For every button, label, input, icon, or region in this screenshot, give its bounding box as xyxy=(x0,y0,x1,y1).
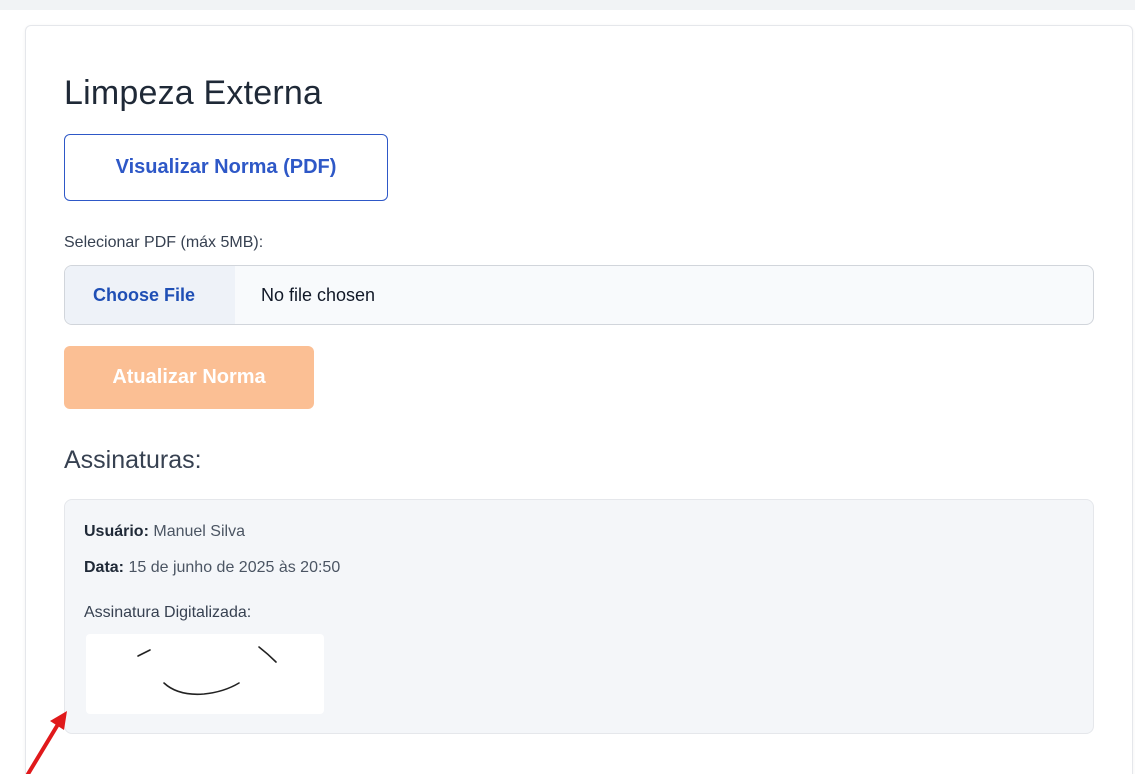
signature-user: Usuário: Manuel Silva xyxy=(84,523,245,541)
handwritten-signature-drawing xyxy=(137,646,277,696)
file-status-text: No file chosen xyxy=(261,284,376,305)
page: Limpeza Externa Visualizar Norma (PDF) S… xyxy=(0,0,1135,774)
signature-user-label: Usuário: xyxy=(84,523,149,540)
file-upload-label: Selecionar PDF (máx 5MB): xyxy=(64,234,264,251)
update-norm-button[interactable]: Atualizar Norma xyxy=(64,346,314,409)
signatures-heading: Assinaturas: xyxy=(64,446,202,474)
signature-date-value: 15 de junho de 2025 às 20:50 xyxy=(128,559,341,576)
file-input[interactable]: Choose File No file chosen xyxy=(64,265,1094,325)
page-title: Limpeza Externa xyxy=(64,74,323,112)
signature-user-value: Manuel Silva xyxy=(153,523,245,540)
top-strip xyxy=(0,0,1135,10)
signature-image xyxy=(86,634,324,714)
signature-date: Data: 15 de junho de 2025 às 20:50 xyxy=(84,559,340,577)
red-arrow-icon xyxy=(26,711,67,774)
choose-file-button[interactable]: Choose File xyxy=(65,266,235,324)
view-norm-button[interactable]: Visualizar Norma (PDF) xyxy=(64,134,388,201)
signature-image-label: Assinatura Digitalizada: xyxy=(84,604,252,621)
signature-date-label: Data: xyxy=(84,559,125,576)
